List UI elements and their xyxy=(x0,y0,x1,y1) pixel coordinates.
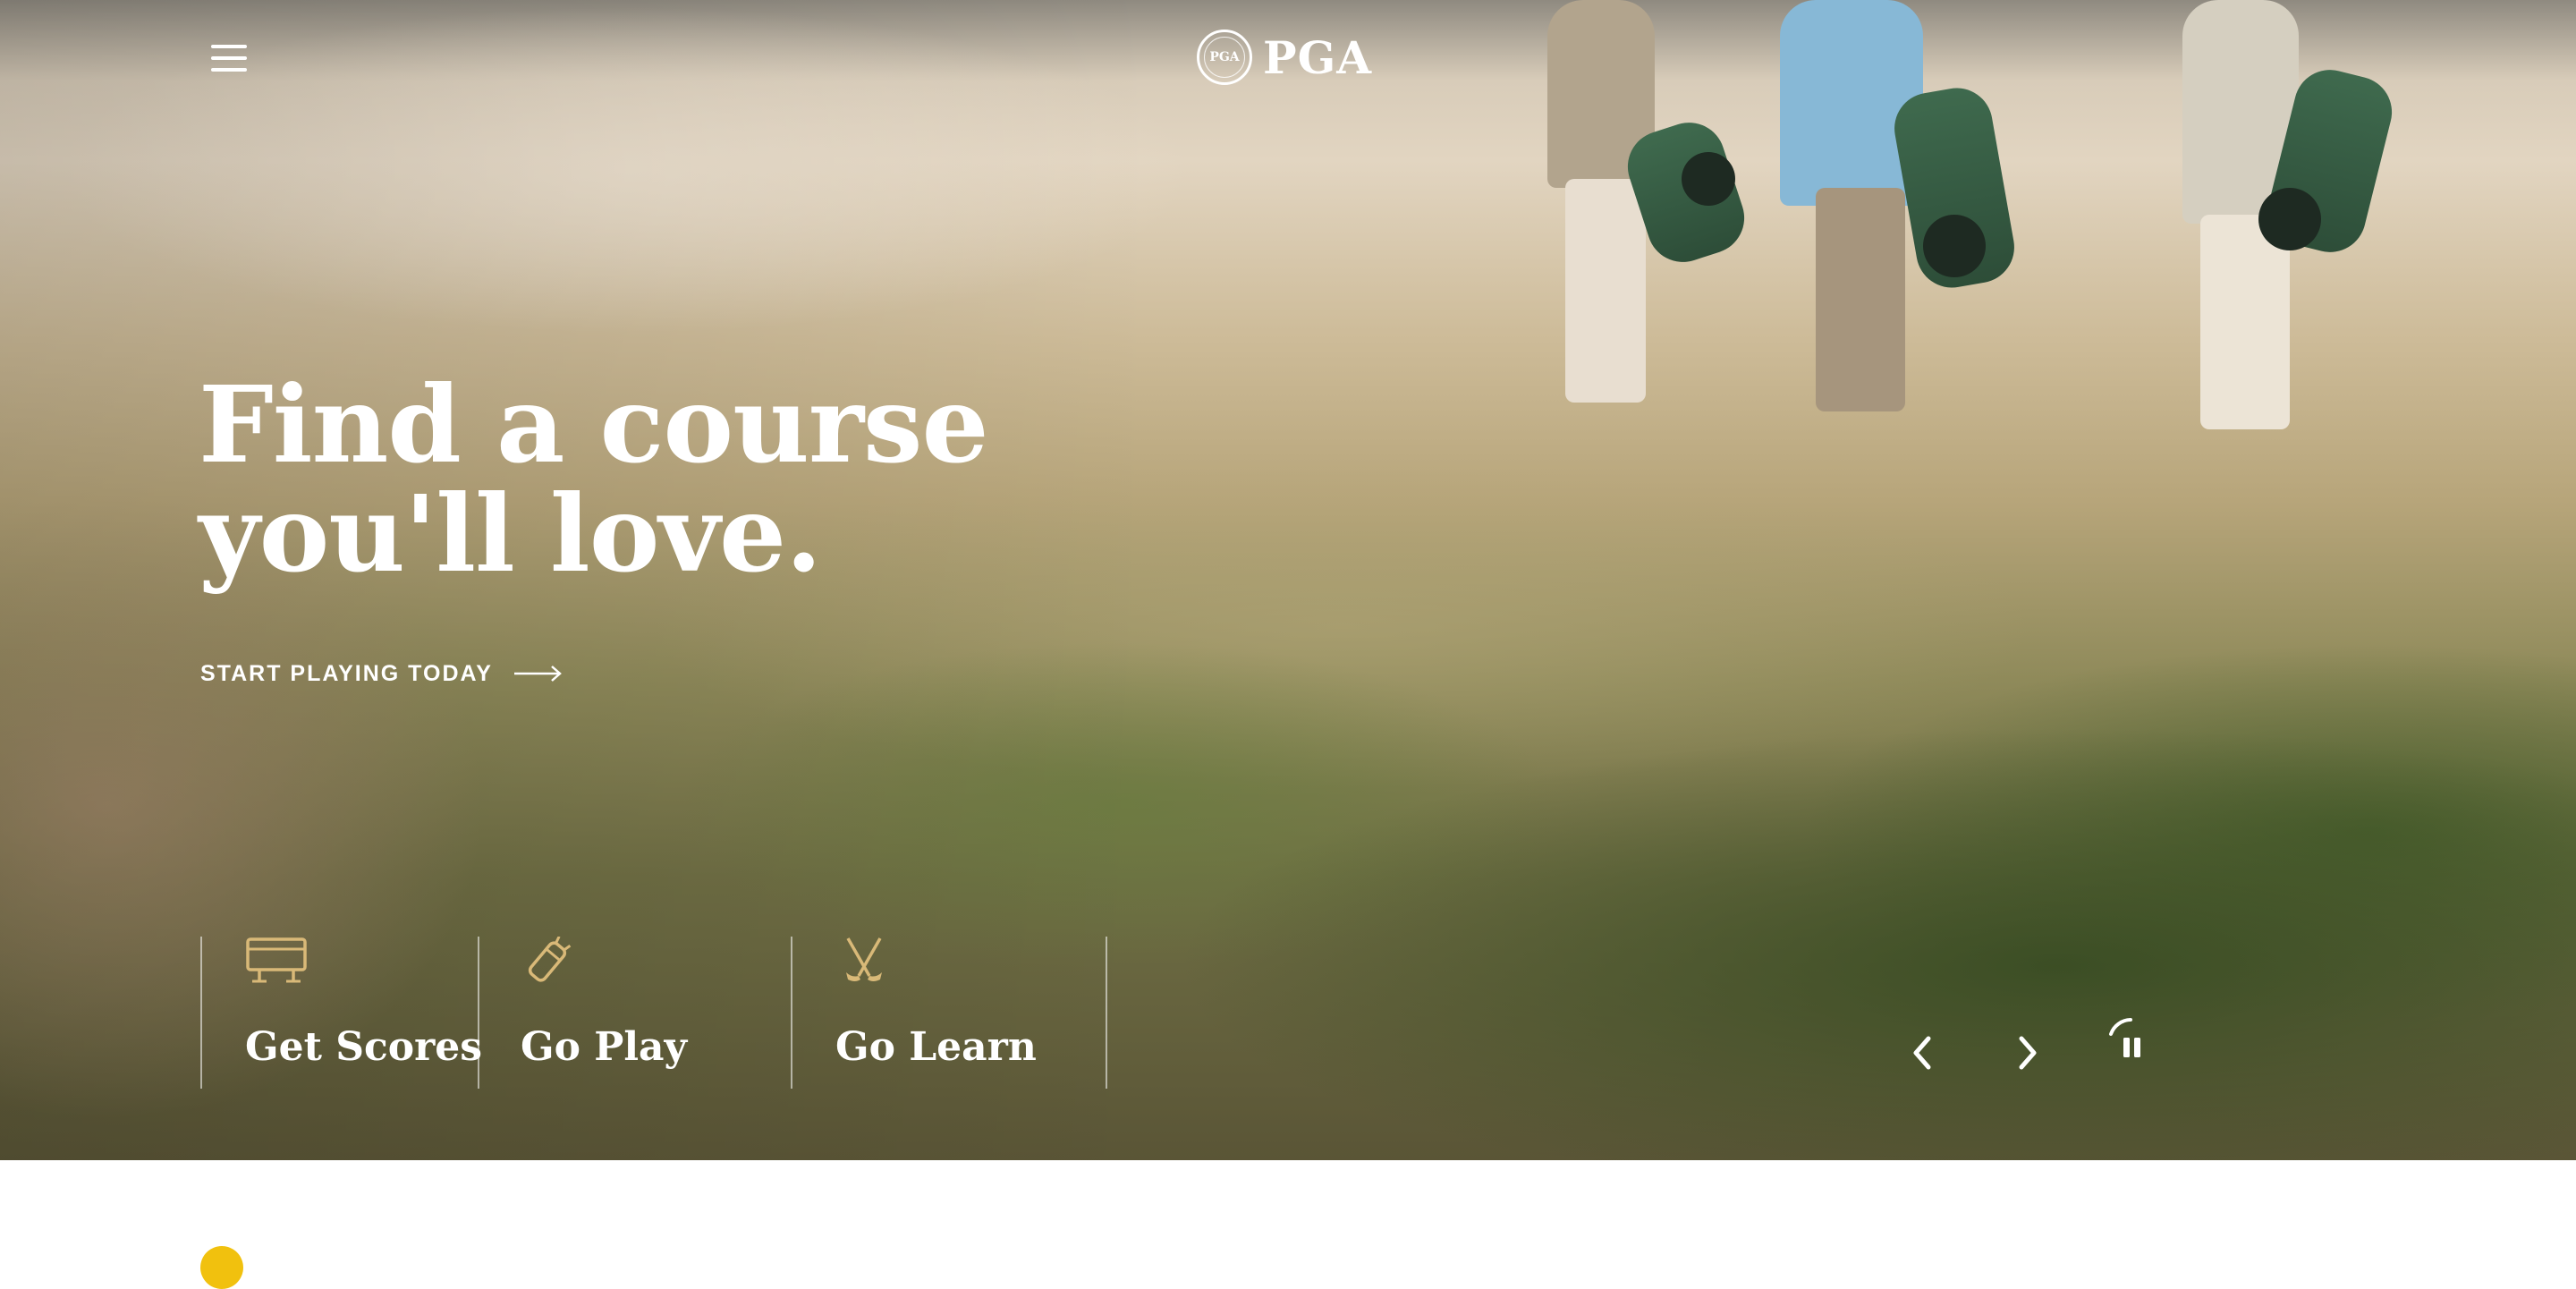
quick-link-go-play[interactable]: Go Play xyxy=(478,937,791,1089)
chevron-left-icon[interactable] xyxy=(1909,1035,1936,1071)
quick-link-label: Go Play xyxy=(521,1024,688,1070)
hero-headline: Find a course you'll love. xyxy=(199,362,989,596)
pga-seal-icon: PGA xyxy=(1197,30,1252,85)
pause-icon[interactable] xyxy=(2104,1014,2157,1068)
golfer-figure xyxy=(1771,0,2021,420)
quick-link-get-scores[interactable]: Get Scores xyxy=(200,937,482,1089)
pga-logo[interactable]: PGA PGA xyxy=(1197,29,1372,86)
start-playing-link[interactable]: START PLAYING TODAY xyxy=(200,658,563,689)
golfer-figure xyxy=(2174,0,2400,438)
golfer-figure xyxy=(1538,0,1754,420)
golf-bag-icon xyxy=(528,937,572,982)
cta-label: START PLAYING TODAY xyxy=(200,660,493,686)
scoreboard-icon xyxy=(246,937,307,983)
quick-link-label: Get Scores xyxy=(245,1024,483,1070)
hero-banner: PGA PGA Find a course you'll love. START… xyxy=(0,0,2576,1160)
crossed-clubs-icon xyxy=(846,937,882,981)
hamburger-menu-icon[interactable] xyxy=(211,45,247,72)
chevron-right-icon[interactable] xyxy=(2014,1035,2041,1071)
quick-links: Get Scores Go Play Go Learn xyxy=(200,937,1107,1089)
section-badge-icon xyxy=(200,1246,243,1289)
quick-link-label: Go Learn xyxy=(835,1024,1037,1070)
long-arrow-right-icon xyxy=(513,666,562,682)
quick-link-go-learn[interactable]: Go Learn xyxy=(791,937,1107,1089)
logo-wordmark: PGA xyxy=(1263,30,1373,84)
content-section xyxy=(0,1160,2576,1259)
